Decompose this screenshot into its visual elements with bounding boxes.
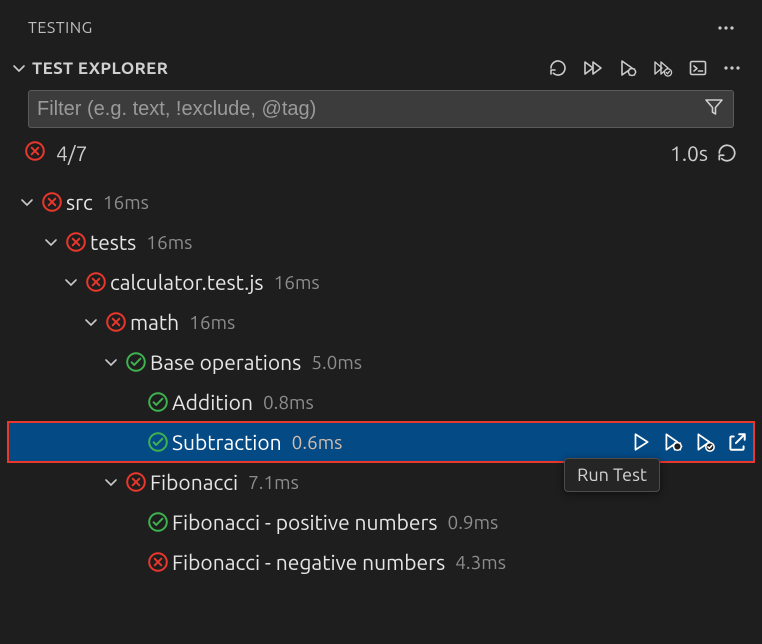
node-duration: 4.3ms	[455, 551, 506, 573]
node-label: Fibonacci - positive numbers	[172, 510, 438, 534]
node-label: Base operations	[150, 350, 301, 374]
summary-status-icon	[24, 140, 46, 166]
summary-duration: 1.0s	[670, 141, 708, 165]
chevron-down-icon	[10, 60, 28, 76]
chevron-down-icon	[102, 474, 120, 490]
terminal-icon	[688, 58, 708, 78]
section-more-button[interactable]	[722, 58, 742, 78]
fail-icon	[38, 191, 66, 213]
filter-box[interactable]	[28, 90, 734, 128]
play-icon	[630, 431, 652, 453]
node-label: Fibonacci - negative numbers	[172, 550, 445, 574]
node-duration: 16ms	[146, 231, 192, 253]
chevron-down-icon	[18, 194, 36, 210]
debug-all-button[interactable]	[618, 58, 638, 78]
test-tree: src 16ms tests 16ms calculator.test.js 1…	[0, 172, 762, 582]
chevron-down-icon	[42, 234, 60, 250]
refresh-tests-button[interactable]	[548, 58, 568, 78]
node-duration: 16ms	[274, 271, 320, 293]
node-label: calculator.test.js	[110, 270, 264, 294]
play-bug-icon	[662, 431, 684, 453]
node-duration: 0.8ms	[263, 391, 314, 413]
panel-more-button[interactable]	[712, 14, 740, 42]
refresh-icon	[716, 142, 738, 164]
tree-node-file[interactable]: calculator.test.js 16ms	[0, 262, 762, 302]
pass-icon	[144, 431, 172, 453]
fail-icon	[82, 271, 110, 293]
node-label: src	[66, 190, 93, 214]
summary-count: 4/7	[56, 141, 87, 165]
run-all-icon	[582, 58, 604, 78]
node-duration: 16ms	[189, 311, 235, 333]
coverage-all-button[interactable]	[652, 58, 674, 78]
pass-icon	[144, 511, 172, 533]
filter-input[interactable]	[37, 98, 703, 121]
section-collapse-toggle[interactable]	[10, 60, 28, 76]
more-icon	[716, 18, 736, 38]
coverage-test-button[interactable]	[694, 431, 716, 453]
fail-icon	[122, 471, 150, 493]
section-title: TEST EXPLORER	[32, 59, 168, 78]
more-icon	[722, 58, 742, 78]
pass-icon	[144, 391, 172, 413]
go-to-test-button[interactable]	[726, 431, 748, 453]
fail-icon	[62, 231, 90, 253]
tree-node-src[interactable]: src 16ms	[0, 182, 762, 222]
tree-node-fib-pos[interactable]: Fibonacci - positive numbers 0.9ms	[0, 502, 762, 542]
play-coverage-icon	[694, 431, 716, 453]
node-label: math	[130, 310, 179, 334]
tree-node-fibonacci[interactable]: Fibonacci 7.1ms	[0, 462, 762, 502]
fail-icon	[144, 551, 172, 573]
chevron-down-icon	[62, 274, 80, 290]
refresh-icon	[548, 58, 568, 78]
fail-icon	[102, 311, 130, 333]
run-all-coverage-icon	[652, 58, 674, 78]
filter-icon[interactable]	[703, 96, 725, 122]
node-label: Addition	[172, 390, 253, 414]
debug-test-button[interactable]	[662, 431, 684, 453]
chevron-down-icon	[102, 354, 120, 370]
chevron-down-icon	[82, 314, 100, 330]
tree-node-baseops[interactable]: Base operations 5.0ms	[0, 342, 762, 382]
rerun-button[interactable]	[716, 142, 738, 164]
node-label: Subtraction	[172, 430, 282, 454]
pass-icon	[122, 351, 150, 373]
show-output-button[interactable]	[688, 58, 708, 78]
run-all-button[interactable]	[582, 58, 604, 78]
node-duration: 5.0ms	[311, 351, 362, 373]
play-bug-icon	[618, 58, 638, 78]
panel-title: TESTING	[28, 19, 93, 37]
node-duration: 0.9ms	[448, 511, 499, 533]
tree-node-addition[interactable]: Addition 0.8ms	[0, 382, 762, 422]
go-to-file-icon	[726, 431, 748, 453]
tree-node-math[interactable]: math 16ms	[0, 302, 762, 342]
tree-node-tests[interactable]: tests 16ms	[0, 222, 762, 262]
run-test-button[interactable]	[630, 431, 652, 453]
tree-node-fib-neg[interactable]: Fibonacci - negative numbers 4.3ms	[0, 542, 762, 582]
node-duration: 16ms	[103, 191, 149, 213]
node-label: Fibonacci	[150, 470, 238, 494]
node-duration: 0.6ms	[292, 431, 343, 453]
tree-node-subtraction[interactable]: Subtraction 0.6ms Run Test	[8, 422, 754, 462]
node-duration: 7.1ms	[248, 471, 299, 493]
node-label: tests	[90, 230, 136, 254]
